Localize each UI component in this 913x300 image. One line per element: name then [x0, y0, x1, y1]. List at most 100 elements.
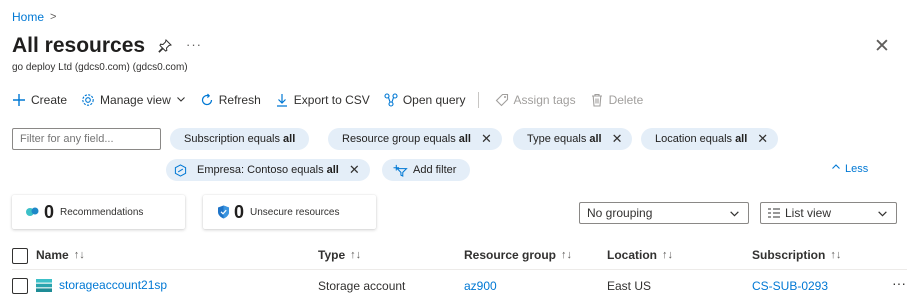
- recommendations-icon: [24, 205, 40, 219]
- create-label: Create: [31, 93, 68, 107]
- filter-pill-value: all: [735, 133, 748, 145]
- sort-icon: ↑↓: [561, 249, 573, 261]
- sort-icon: ↑↓: [73, 249, 85, 261]
- column-label: Location: [607, 248, 657, 262]
- subscription-link[interactable]: CS-SUB-0293: [752, 279, 828, 293]
- breadcrumb-home-link[interactable]: Home: [12, 10, 44, 24]
- remove-filter-icon[interactable]: ✕: [349, 162, 360, 178]
- filter-pill-value: all: [458, 133, 471, 145]
- filter-pill-empresa[interactable]: Empresa: Contoso equals all ✕: [166, 159, 370, 181]
- row-type-cell: Storage account: [318, 279, 406, 293]
- select-all-checkbox[interactable]: [12, 248, 28, 264]
- storage-account-icon: [36, 278, 52, 292]
- shield-icon: [217, 205, 230, 219]
- view-select[interactable]: List view: [760, 202, 897, 224]
- chevron-down-icon: [176, 93, 186, 107]
- remove-filter-icon[interactable]: ✕: [757, 131, 768, 147]
- row-checkbox[interactable]: [12, 278, 28, 294]
- filter-pill-label: Resource group equals: [342, 133, 456, 145]
- breadcrumb-separator: >: [50, 11, 57, 23]
- filter-pill-value: all: [283, 133, 296, 145]
- close-icon[interactable]: ✕: [874, 35, 890, 58]
- column-header-resource-group[interactable]: Resource group ↑↓: [464, 248, 572, 262]
- create-button[interactable]: Create: [12, 93, 67, 107]
- assign-tags-label: Assign tags: [513, 93, 576, 107]
- column-header-location[interactable]: Location ↑↓: [607, 248, 673, 262]
- filter-input[interactable]: [12, 128, 161, 150]
- chevron-down-icon: [877, 208, 888, 219]
- remove-filter-icon[interactable]: ✕: [612, 131, 623, 147]
- view-value: List view: [785, 206, 832, 220]
- filter-pill-value: all: [589, 133, 602, 145]
- manage-view-label: Manage view: [100, 93, 171, 107]
- less-toggle[interactable]: Less: [831, 162, 868, 175]
- filter-pill-label: Subscription equals: [184, 133, 281, 145]
- list-view-icon: [768, 208, 780, 218]
- column-label: Resource group: [464, 248, 557, 262]
- download-icon: [275, 93, 289, 107]
- add-filter-button[interactable]: Add filter: [382, 159, 471, 181]
- column-header-subscription[interactable]: Subscription ↑↓: [752, 248, 841, 262]
- filter-pill-subscription[interactable]: Subscription equals all: [170, 128, 310, 150]
- assign-tags-button[interactable]: Assign tags: [495, 93, 576, 107]
- chevron-down-icon: [729, 208, 740, 219]
- column-label: Subscription: [752, 248, 826, 262]
- trash-icon: [590, 93, 604, 107]
- row-location-cell: East US: [607, 279, 652, 293]
- open-query-label: Open query: [402, 93, 466, 107]
- breadcrumb: Home >: [12, 10, 56, 24]
- filter-pill-label: Location equals: [655, 133, 733, 145]
- pin-icon[interactable]: [158, 39, 172, 56]
- query-icon: [384, 93, 398, 107]
- sort-icon: ↑↓: [350, 249, 362, 261]
- refresh-button[interactable]: Refresh: [200, 93, 261, 107]
- unsecure-resources-card[interactable]: 0 Unsecure resources: [203, 195, 376, 229]
- refresh-icon: [200, 93, 214, 107]
- view-select-content: List view: [768, 206, 831, 220]
- open-query-button[interactable]: Open query: [384, 93, 466, 107]
- row-name-cell: storageaccount21sp: [36, 278, 167, 292]
- delete-button[interactable]: Delete: [590, 93, 644, 107]
- unsecure-count: 0: [234, 201, 245, 222]
- filter-pill-resource-group[interactable]: Resource group equals all ✕: [328, 128, 502, 150]
- column-header-name[interactable]: Name ↑↓: [36, 248, 85, 262]
- export-csv-label: Export to CSV: [293, 93, 370, 107]
- manage-view-button[interactable]: Manage view: [81, 93, 186, 107]
- resource-name-link[interactable]: storageaccount21sp: [59, 278, 167, 292]
- unsecure-label: Unsecure resources: [250, 206, 340, 218]
- recommendations-card[interactable]: 0 Recommendations: [12, 195, 185, 229]
- refresh-label: Refresh: [218, 93, 261, 107]
- filter-pill-label: Empresa: Contoso equals: [197, 164, 324, 176]
- chevron-up-icon: [831, 162, 841, 175]
- command-bar: Create Manage view Refresh Export to CSV…: [12, 90, 657, 110]
- tag-icon: [495, 93, 509, 107]
- page-subtitle: go deploy Ltd (gdcs0.com) (gdcs0.com): [12, 62, 188, 73]
- recommendations-count: 0: [44, 201, 55, 222]
- gear-icon: [81, 93, 95, 107]
- column-label: Type: [318, 248, 346, 262]
- column-header-type[interactable]: Type ↑↓: [318, 248, 361, 262]
- grouping-value: No grouping: [587, 206, 653, 220]
- delete-label: Delete: [608, 93, 644, 107]
- filter-pill-location[interactable]: Location equals all ✕: [641, 128, 779, 150]
- column-label: Name: [36, 248, 69, 262]
- remove-filter-icon[interactable]: ✕: [481, 131, 492, 147]
- export-csv-button[interactable]: Export to CSV: [275, 93, 370, 107]
- sort-icon: ↑↓: [830, 249, 842, 261]
- filter-pill-type[interactable]: Type equals all ✕: [513, 128, 633, 150]
- filter-pill-label: Type equals: [527, 133, 587, 145]
- recommendations-label: Recommendations: [60, 206, 144, 218]
- toolbar-divider: [477, 92, 479, 108]
- grouping-select[interactable]: No grouping: [579, 202, 749, 224]
- resource-group-link[interactable]: az900: [464, 279, 497, 293]
- table-row[interactable]: storageaccount21sp Storage account az900…: [12, 272, 907, 300]
- plus-icon: [12, 93, 26, 107]
- add-filter-icon: [392, 164, 408, 177]
- less-label: Less: [845, 162, 869, 175]
- row-more-icon[interactable]: ···: [892, 275, 906, 291]
- more-options-icon[interactable]: ···: [186, 37, 202, 52]
- add-filter-label: Add filter: [413, 164, 457, 176]
- filter-pill-value: all: [326, 164, 339, 176]
- sort-icon: ↑↓: [662, 249, 673, 261]
- tag-filter-icon: [174, 163, 187, 177]
